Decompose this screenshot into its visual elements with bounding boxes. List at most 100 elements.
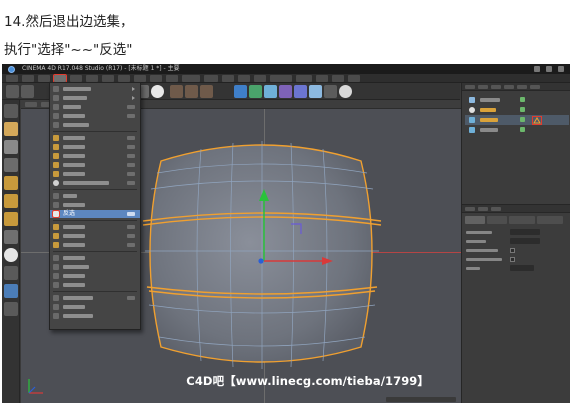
tab-basic[interactable] <box>465 216 485 224</box>
menu-item-convert-selection[interactable] <box>50 294 140 302</box>
menu-item-shrink-selection[interactable] <box>50 241 140 249</box>
z-axis-icon[interactable] <box>151 85 164 98</box>
menu-file[interactable] <box>6 75 18 82</box>
menu-tools[interactable] <box>70 75 82 82</box>
menu-item-selection-filter[interactable] <box>50 85 140 93</box>
menu-create[interactable] <box>38 75 50 82</box>
object-row-sphere[interactable] <box>465 115 569 125</box>
menu-mesh[interactable] <box>86 75 98 82</box>
menu-script[interactable] <box>316 75 328 82</box>
om-menu-objects[interactable] <box>504 85 514 89</box>
om-menu-file[interactable] <box>465 85 475 89</box>
spline-icon[interactable] <box>294 85 307 98</box>
menu-item-invert-selection[interactable]: 反选 <box>50 210 140 218</box>
menu-item-set-selection[interactable] <box>50 303 140 311</box>
menu-snap[interactable] <box>102 75 114 82</box>
make-editable-icon[interactable] <box>4 104 18 118</box>
om-menu-view[interactable] <box>491 85 501 89</box>
render-perfect-checkbox[interactable] <box>510 248 515 253</box>
om-menu-tags[interactable] <box>517 85 527 89</box>
menu-motion-tracker[interactable] <box>182 75 200 82</box>
viewport-menu-view[interactable] <box>25 102 37 107</box>
radius-input[interactable] <box>510 229 540 235</box>
axis-mode-icon[interactable] <box>4 230 18 244</box>
render-picture-icon[interactable] <box>185 85 198 98</box>
menu-mograph[interactable] <box>204 75 218 82</box>
edge-selection-tag-icon[interactable] <box>532 116 542 125</box>
menu-realflow[interactable] <box>296 75 312 82</box>
menu-select[interactable] <box>53 74 67 83</box>
planar-workplane-icon[interactable] <box>4 302 18 316</box>
options-checkbox[interactable] <box>510 257 515 262</box>
cube-icon[interactable] <box>234 85 247 98</box>
segments-input[interactable] <box>510 238 540 244</box>
menu-item-select-all[interactable] <box>50 192 140 200</box>
menu-item-select-connected[interactable] <box>50 223 140 231</box>
om-menu-bookmarks[interactable] <box>530 85 540 89</box>
object-row-floor[interactable] <box>465 95 569 105</box>
menu-item-hide-selected[interactable] <box>50 254 140 262</box>
camera-icon[interactable] <box>324 85 337 98</box>
edges-mode-icon[interactable] <box>4 194 18 208</box>
menu-item-loop-select[interactable] <box>50 134 140 142</box>
object-row-light[interactable] <box>465 105 569 115</box>
minimize-icon[interactable] <box>534 66 540 72</box>
menu-item-selection-pattern[interactable] <box>50 94 140 102</box>
polygons-mode-icon[interactable] <box>4 212 18 226</box>
om-menu-edit[interactable] <box>478 85 488 89</box>
tab-coordinates[interactable] <box>487 216 507 224</box>
menu-item-deselect-all[interactable] <box>50 201 140 209</box>
snap-icon[interactable] <box>4 266 18 280</box>
lock-workplane-icon[interactable] <box>4 284 18 298</box>
menu-item-fill-select[interactable] <box>50 161 140 169</box>
model-mode-icon[interactable] <box>4 122 18 136</box>
maximize-icon[interactable] <box>546 66 552 72</box>
visibility-check-icon[interactable] <box>520 127 525 132</box>
visibility-check-icon[interactable] <box>520 117 525 122</box>
attr-menu-edit[interactable] <box>478 207 488 211</box>
menu-item-hide-unselected[interactable] <box>50 263 140 271</box>
render-view-icon[interactable] <box>170 85 183 98</box>
points-mode-icon[interactable] <box>4 176 18 190</box>
menu-item-unhide-all[interactable] <box>50 272 140 280</box>
type-select[interactable] <box>510 265 534 271</box>
tab-phong[interactable] <box>537 216 563 224</box>
menu-simulate[interactable] <box>134 75 146 82</box>
menu-item-phong-break-select[interactable] <box>50 179 140 187</box>
menu-pipeline[interactable] <box>238 75 250 82</box>
subdivision-icon[interactable] <box>249 85 262 98</box>
menu-plugins[interactable] <box>254 75 266 82</box>
menu-item-set-vertex-weight[interactable] <box>50 312 140 320</box>
attr-menu-mode[interactable] <box>465 207 475 211</box>
menu-sculpt[interactable] <box>166 75 178 82</box>
menu-item-lasso[interactable] <box>50 103 140 111</box>
redo-icon[interactable] <box>21 85 34 98</box>
menu-item-grow-selection[interactable] <box>50 232 140 240</box>
menu-item-ring-select[interactable] <box>50 143 140 151</box>
light-icon[interactable] <box>339 85 352 98</box>
menu-item-polygon-select[interactable] <box>50 121 140 129</box>
menu-item-invert-visibility[interactable] <box>50 281 140 289</box>
texture-mode-icon[interactable] <box>4 140 18 154</box>
object-row-sphere-copy[interactable] <box>465 125 569 135</box>
menu-item-path-select[interactable] <box>50 170 140 178</box>
render-settings-icon[interactable] <box>200 85 213 98</box>
workplane-icon[interactable] <box>4 158 18 172</box>
deformer-icon[interactable] <box>279 85 292 98</box>
menu-edit[interactable] <box>22 75 34 82</box>
menu-item-rectangle-select[interactable] <box>50 112 140 120</box>
menu-character[interactable] <box>222 75 234 82</box>
soft-selection-icon[interactable] <box>4 248 18 262</box>
menu-animate[interactable] <box>118 75 130 82</box>
menu-item-outline-select[interactable] <box>50 152 140 160</box>
tab-object[interactable] <box>509 216 535 224</box>
array-icon[interactable] <box>264 85 277 98</box>
floor-icon[interactable] <box>309 85 322 98</box>
visibility-check-icon[interactable] <box>520 107 525 112</box>
menu-window[interactable] <box>332 75 344 82</box>
menu-render[interactable] <box>150 75 162 82</box>
attr-menu-user-data[interactable] <box>491 207 501 211</box>
menu-help[interactable] <box>348 75 360 82</box>
visibility-check-icon[interactable] <box>520 97 525 102</box>
menu-x-particles[interactable] <box>270 75 292 82</box>
